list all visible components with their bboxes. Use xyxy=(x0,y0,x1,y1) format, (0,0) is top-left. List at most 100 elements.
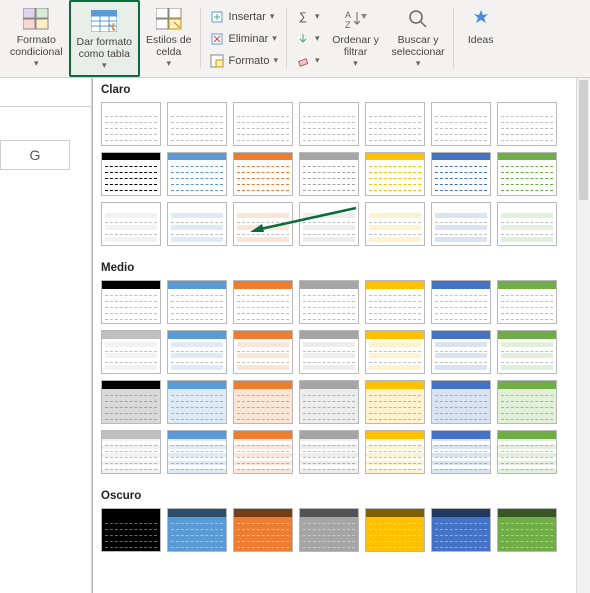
table-style-swatch[interactable] xyxy=(167,508,227,552)
table-style-swatch[interactable] xyxy=(365,152,425,196)
format-table-label: Dar formato como tabla xyxy=(77,36,132,60)
table-style-swatch[interactable] xyxy=(167,202,227,246)
table-style-swatch[interactable] xyxy=(497,508,557,552)
table-style-swatch[interactable] xyxy=(497,102,557,146)
delete-button[interactable]: Eliminar ▾ xyxy=(207,29,281,49)
chevron-down-icon: ▾ xyxy=(315,55,320,66)
table-style-swatch[interactable] xyxy=(365,102,425,146)
table-style-swatch[interactable] xyxy=(167,430,227,474)
table-style-swatch[interactable] xyxy=(431,152,491,196)
conditional-format-icon xyxy=(22,6,50,32)
table-style-swatch[interactable] xyxy=(299,202,359,246)
table-style-swatch[interactable] xyxy=(233,102,293,146)
table-style-swatch[interactable] xyxy=(233,330,293,374)
delete-label: Eliminar xyxy=(229,33,269,45)
chevron-down-icon: ▾ xyxy=(315,33,320,44)
format-button[interactable]: Formato ▾ xyxy=(207,51,281,71)
ideas-icon xyxy=(467,6,495,32)
dark-styles-grid xyxy=(93,504,590,562)
table-style-swatch[interactable] xyxy=(233,152,293,196)
table-style-swatch[interactable] xyxy=(101,102,161,146)
table-style-swatch[interactable] xyxy=(299,102,359,146)
fill-down-icon xyxy=(295,31,311,47)
table-style-swatch[interactable] xyxy=(365,330,425,374)
table-styles-gallery: Claro Medio Oscuro xyxy=(92,78,590,593)
table-style-swatch[interactable] xyxy=(233,430,293,474)
chevron-down-icon: ▾ xyxy=(166,58,171,69)
table-style-swatch[interactable] xyxy=(497,430,557,474)
table-style-swatch[interactable] xyxy=(365,430,425,474)
table-style-swatch[interactable] xyxy=(101,380,161,424)
chevron-down-icon: ▾ xyxy=(272,33,277,44)
table-style-swatch[interactable] xyxy=(299,280,359,324)
format-as-table-button[interactable]: Dar formato como tabla ▾ xyxy=(69,0,140,77)
autosum-button[interactable]: ∑▾ xyxy=(293,7,322,27)
table-style-swatch[interactable] xyxy=(365,202,425,246)
table-style-swatch[interactable] xyxy=(431,330,491,374)
section-light-title: Claro xyxy=(93,78,590,98)
table-style-swatch[interactable] xyxy=(431,102,491,146)
format-label: Formato xyxy=(229,55,270,67)
table-style-swatch[interactable] xyxy=(233,380,293,424)
table-style-swatch[interactable] xyxy=(497,280,557,324)
table-style-swatch[interactable] xyxy=(431,508,491,552)
table-style-swatch[interactable] xyxy=(101,202,161,246)
cells-group: Insertar ▾ Eliminar ▾ Formato ▾ xyxy=(203,0,285,77)
eraser-icon xyxy=(295,53,311,69)
ideas-button[interactable]: Ideas xyxy=(456,0,506,77)
separator xyxy=(286,8,287,69)
table-style-swatch[interactable] xyxy=(299,152,359,196)
sigma-icon: ∑ xyxy=(295,9,311,25)
separator xyxy=(200,8,201,69)
table-style-swatch[interactable] xyxy=(233,202,293,246)
insert-button[interactable]: Insertar ▾ xyxy=(207,7,281,27)
cell-styles-button[interactable]: Estilos de celda ▾ xyxy=(140,0,198,77)
sort-filter-icon: AZ xyxy=(342,6,370,32)
scrollbar[interactable] xyxy=(576,78,590,593)
table-style-swatch[interactable] xyxy=(497,202,557,246)
chevron-down-icon: ▾ xyxy=(102,60,107,71)
svg-text:A: A xyxy=(345,10,351,20)
table-style-swatch[interactable] xyxy=(101,430,161,474)
conditional-formatting-button[interactable]: Formato condicional ▾ xyxy=(4,0,69,77)
chevron-down-icon: ▾ xyxy=(416,58,421,69)
table-style-swatch[interactable] xyxy=(365,280,425,324)
column-header-G[interactable]: G xyxy=(0,140,70,170)
table-style-swatch[interactable] xyxy=(431,280,491,324)
table-style-swatch[interactable] xyxy=(365,508,425,552)
sort-filter-button[interactable]: AZ Ordenar y filtrar ▾ xyxy=(326,0,386,77)
table-style-swatch[interactable] xyxy=(101,152,161,196)
chevron-down-icon: ▾ xyxy=(353,58,358,69)
find-select-button[interactable]: Buscar y seleccionar ▾ xyxy=(386,0,451,77)
separator xyxy=(453,8,454,69)
ribbon: Formato condicional ▾ Dar formato como t… xyxy=(0,0,590,78)
table-style-swatch[interactable] xyxy=(167,152,227,196)
table-style-swatch[interactable] xyxy=(299,330,359,374)
table-style-swatch[interactable] xyxy=(167,380,227,424)
format-table-icon xyxy=(90,8,118,34)
table-style-swatch[interactable] xyxy=(431,380,491,424)
scrollbar-thumb[interactable] xyxy=(579,80,588,200)
table-style-swatch[interactable] xyxy=(101,508,161,552)
table-style-swatch[interactable] xyxy=(299,430,359,474)
table-style-swatch[interactable] xyxy=(365,380,425,424)
table-style-swatch[interactable] xyxy=(167,280,227,324)
table-style-swatch[interactable] xyxy=(497,330,557,374)
table-style-swatch[interactable] xyxy=(431,202,491,246)
table-style-swatch[interactable] xyxy=(497,380,557,424)
section-dark-title: Oscuro xyxy=(93,484,590,504)
table-style-swatch[interactable] xyxy=(101,280,161,324)
table-style-swatch[interactable] xyxy=(299,508,359,552)
table-style-swatch[interactable] xyxy=(233,508,293,552)
fill-button[interactable]: ▾ xyxy=(293,29,322,49)
clear-button[interactable]: ▾ xyxy=(293,51,322,71)
table-style-swatch[interactable] xyxy=(101,330,161,374)
table-style-swatch[interactable] xyxy=(299,380,359,424)
insert-label: Insertar xyxy=(229,11,266,23)
conditional-format-label: Formato condicional xyxy=(10,34,63,58)
table-style-swatch[interactable] xyxy=(167,330,227,374)
table-style-swatch[interactable] xyxy=(431,430,491,474)
table-style-swatch[interactable] xyxy=(497,152,557,196)
table-style-swatch[interactable] xyxy=(233,280,293,324)
table-style-swatch[interactable] xyxy=(167,102,227,146)
